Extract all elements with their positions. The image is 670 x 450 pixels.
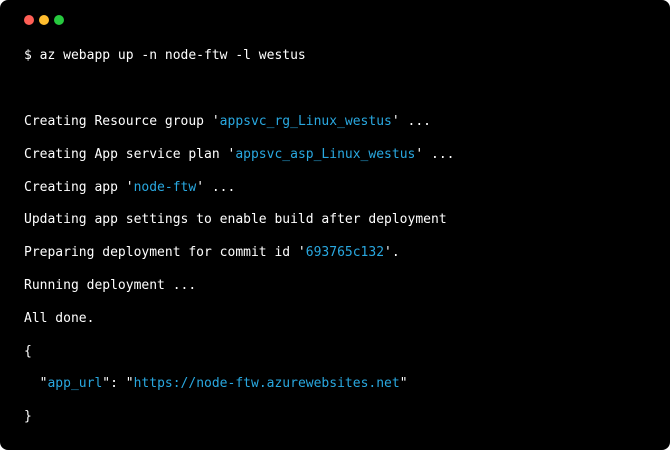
output-line-preparing: Preparing deployment for commit id '6937… bbox=[24, 245, 400, 261]
output-text: All done. bbox=[24, 311, 95, 326]
output-text: Creating Resource group ' bbox=[24, 114, 220, 129]
quote: " bbox=[399, 376, 408, 391]
output-line-service-plan: Creating App service plan 'appsvc_asp_Li… bbox=[24, 147, 454, 163]
output-line-resource-group: Creating Resource group 'appsvc_rg_Linux… bbox=[24, 114, 431, 130]
output-line-app-url: " app_url": "https://node-ftw.azurewebsit… bbox=[24, 376, 408, 392]
command-text: $ az webapp up -n node-ftw -l westus bbox=[24, 48, 306, 63]
output-text: Creating app ' bbox=[24, 180, 134, 195]
output-line-create-app: Creating app 'node-ftw' ... bbox=[24, 180, 235, 196]
output-line-app-settings: Updating app settings to enable build af… bbox=[24, 212, 447, 228]
output-text: Preparing deployment for commit id ' bbox=[24, 245, 306, 260]
output-text: Running deployment ... bbox=[24, 278, 197, 293]
window-controls bbox=[24, 15, 64, 25]
output-text: '. bbox=[384, 245, 400, 260]
close-button[interactable] bbox=[24, 15, 34, 25]
json-close-brace: } bbox=[24, 409, 32, 425]
json-open-brace: { bbox=[24, 344, 32, 360]
resource-group-name: appsvc_rg_Linux_westus bbox=[219, 114, 392, 129]
commit-id: 693765c132 bbox=[305, 245, 385, 260]
output-text: { bbox=[24, 344, 32, 359]
app-url-link[interactable]: https://node-ftw.azurewebsites.net bbox=[134, 376, 400, 391]
output-text: ' ... bbox=[196, 180, 236, 195]
json-separator: ": " bbox=[102, 376, 134, 391]
output-text: Updating app settings to enable build af… bbox=[24, 212, 447, 227]
app-name: node-ftw bbox=[133, 180, 197, 195]
json-key: app_url bbox=[47, 376, 103, 391]
output-line-running: Running deployment ... bbox=[24, 278, 196, 294]
output-line-done: All done. bbox=[24, 311, 94, 327]
output-text: ' ... bbox=[391, 114, 431, 129]
output-text: ' ... bbox=[415, 147, 455, 162]
terminal-window: $ az webapp up -n node-ftw -l westus Cre… bbox=[0, 0, 670, 450]
maximize-button[interactable] bbox=[54, 15, 64, 25]
command-line: $ az webapp up -n node-ftw -l westus bbox=[24, 48, 306, 64]
service-plan-name: appsvc_asp_Linux_westus bbox=[235, 147, 416, 162]
minimize-button[interactable] bbox=[39, 15, 49, 25]
output-text: Creating App service plan ' bbox=[24, 147, 236, 162]
output-text: } bbox=[24, 409, 32, 424]
